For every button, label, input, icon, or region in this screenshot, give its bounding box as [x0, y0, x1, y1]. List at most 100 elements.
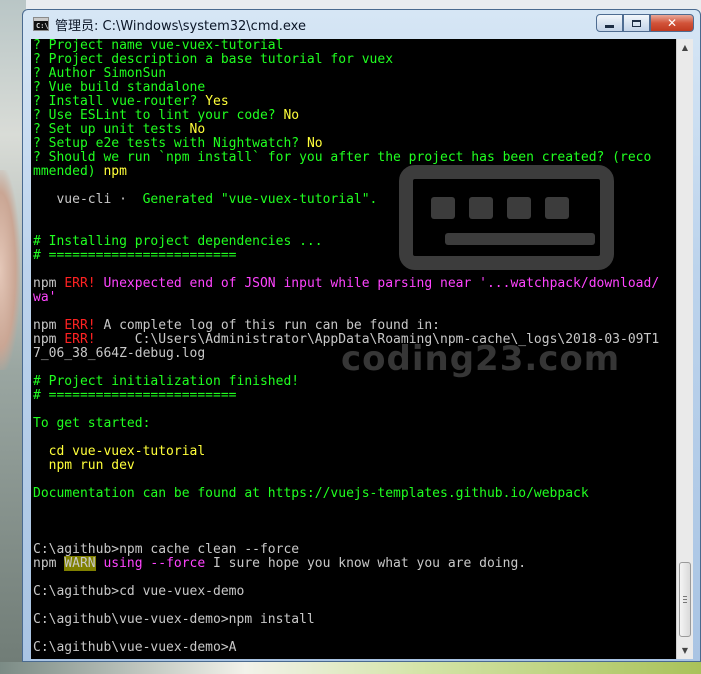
- title-bar[interactable]: C:\ 管理员: C:\Windows\system32\cmd.exe ✕: [23, 10, 700, 38]
- console-text-segment: ? Setup e2e tests with Nightwatch?: [33, 136, 307, 151]
- console-text-segment: No: [189, 122, 206, 137]
- console-line: C:\agithub>npm cache clean --force: [33, 543, 676, 557]
- console-line: # Project initialization finished!: [33, 375, 676, 389]
- console-text-segment: 7_06_38_664Z-debug.log: [33, 346, 206, 361]
- console-text-segment: C:\agithub>cd vue-vuex-demo: [33, 584, 245, 599]
- console-text-segment: a base tutorial for vuex: [205, 52, 394, 67]
- close-icon: ✕: [666, 16, 678, 30]
- minimize-icon: [605, 24, 614, 28]
- console-line: cd vue-vuex-tutorial: [33, 445, 676, 459]
- console-line: ? Install vue-router? Yes: [33, 95, 676, 109]
- console-text-segment: npm: [103, 164, 127, 179]
- maximize-icon: [632, 19, 641, 27]
- console-output[interactable]: ? Project name vue-vuex-tutorial? Projec…: [31, 39, 676, 659]
- console-text-segment: WARN: [64, 556, 96, 571]
- vertical-scrollbar[interactable]: ▲ ▼: [676, 39, 693, 659]
- console-text-segment: # Installing project dependencies ...: [33, 234, 323, 249]
- console-line: ? Set up unit tests No: [33, 123, 676, 137]
- console-text-segment: I sure hope you know what you are doing.: [205, 556, 527, 571]
- console-text-segment: npm: [33, 332, 65, 347]
- console-text-segment: ? Author: [33, 66, 104, 81]
- console-text-segment: wa': [33, 290, 57, 305]
- console-text-segment: vue-vuex-tutorial: [150, 39, 284, 53]
- console-line: ? Author SimonSun: [33, 67, 676, 81]
- console-text-segment: To get started:: [33, 416, 151, 431]
- console-text-segment: C:\agithub\vue-vuex-demo>A: [33, 640, 237, 655]
- console-line: npm ERR! A complete log of this run can …: [33, 319, 676, 333]
- console-text-segment: No: [306, 136, 323, 151]
- console-text-segment: A complete log of this run can be found …: [95, 318, 440, 333]
- console-line: ? Project description a base tutorial fo…: [33, 53, 676, 67]
- console-text-segment: ? Should we run `npm install` for you af…: [33, 150, 652, 165]
- console-text-segment: ? Project name: [33, 39, 151, 53]
- console-text-segment: C:\agithub\vue-vuex-demo>npm install: [33, 612, 315, 627]
- console-text-segment: # Project initialization finished!: [33, 374, 300, 389]
- console-line: npm WARN using --force I sure hope you k…: [33, 556, 676, 571]
- console-text-segment: npm: [33, 318, 65, 333]
- console-line: ? Should we run `npm install` for you af…: [33, 151, 676, 165]
- close-button[interactable]: ✕: [650, 14, 694, 32]
- cmd-icon[interactable]: C:\: [33, 17, 49, 31]
- maximize-button[interactable]: [623, 14, 650, 32]
- console-text-segment: ? Set up unit tests: [33, 122, 190, 137]
- scroll-up-icon[interactable]: ▲: [677, 39, 693, 56]
- scroll-down-icon[interactable]: ▼: [677, 642, 693, 659]
- console-text-segment: Documentation can be found at https://vu…: [33, 486, 589, 501]
- console-line: npm run dev: [33, 459, 676, 473]
- console-line: # ========================: [33, 389, 676, 403]
- console-text-segment: ERR!: [64, 318, 96, 333]
- console-line: ? Project name vue-vuex-tutorial: [33, 39, 676, 53]
- console-line: # Installing project dependencies ...: [33, 235, 676, 249]
- console-text-segment: ERR!: [64, 332, 96, 347]
- console-text-segment: npm run dev: [33, 458, 135, 473]
- console-line: mmended) npm: [33, 165, 676, 179]
- console-text-segment: mmended): [33, 164, 104, 179]
- console-line: ? Use ESLint to lint your code? No: [33, 109, 676, 123]
- console-line: ? Setup e2e tests with Nightwatch? No: [33, 137, 676, 151]
- cmd-window: C:\ 管理员: C:\Windows\system32\cmd.exe ✕ ?…: [22, 9, 701, 662]
- console-lines: ? Project name vue-vuex-tutorial? Projec…: [33, 39, 676, 655]
- desktop-background-bottom: [0, 662, 701, 674]
- console-line: ? Vue build standalone: [33, 81, 676, 95]
- console-text-segment: # ========================: [33, 388, 237, 403]
- console-text-segment: # ========================: [33, 248, 237, 263]
- console-text-segment: ? Project description: [33, 52, 206, 67]
- console-line: vue-cli · Generated "vue-vuex-tutorial".: [33, 193, 676, 207]
- console-line: C:\agithub\vue-vuex-demo>A: [33, 641, 676, 655]
- console-text-segment: Generated "vue-vuex-tutorial".: [134, 192, 378, 207]
- console-line: C:\agithub>cd vue-vuex-demo: [33, 585, 676, 599]
- minimize-button[interactable]: [596, 14, 623, 32]
- console-text-segment: Yes: [205, 94, 229, 109]
- console-line: Documentation can be found at https://vu…: [33, 487, 676, 501]
- window-title: 管理员: C:\Windows\system32\cmd.exe: [55, 18, 306, 34]
- console-text-segment: C:\agithub>npm cache clean --force: [33, 542, 300, 557]
- console-text-segment: ERR!: [64, 276, 96, 291]
- console-text-segment: ? Vue build: [33, 80, 127, 95]
- console-line: # ========================: [33, 249, 676, 263]
- console-line: 7_06_38_664Z-debug.log: [33, 347, 676, 361]
- console-text-segment: ? Use ESLint to lint your code?: [33, 108, 284, 123]
- console-line: npm ERR! Unexpected end of JSON input wh…: [33, 277, 676, 291]
- window-controls: ✕: [596, 14, 694, 32]
- console-line: wa': [33, 291, 676, 305]
- console-text-segment: standalone: [126, 80, 206, 95]
- console-text-segment: vue-cli ·: [33, 192, 135, 207]
- console-text-segment: C:\Users\Administrator\AppData\Roaming\n…: [95, 332, 660, 347]
- console-text-segment: SimonSun: [103, 66, 167, 81]
- console-text-segment: Unexpected end of JSON input while parsi…: [95, 276, 660, 291]
- console-text-segment: npm: [33, 556, 65, 571]
- scrollbar-thumb[interactable]: [679, 562, 691, 637]
